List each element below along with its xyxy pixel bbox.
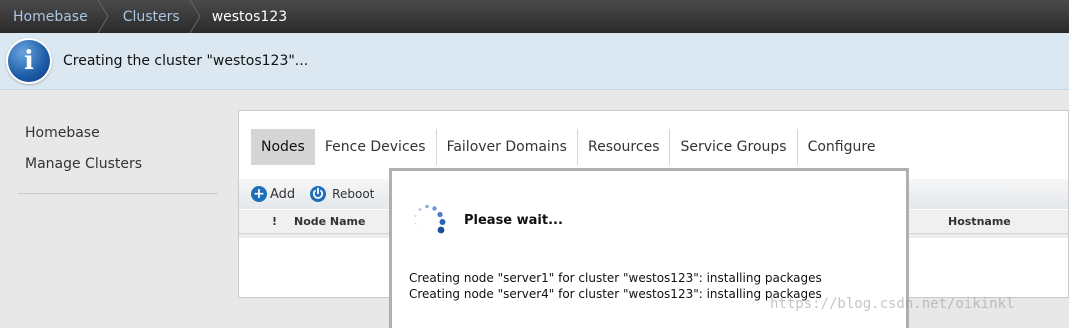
- status-message: Creating node "server4" for cluster "wes…: [409, 287, 822, 301]
- tab-failover-domains[interactable]: Failover Domains: [437, 129, 578, 165]
- breadcrumb-current-label: westos123: [211, 8, 288, 25]
- tab-fence-devices[interactable]: Fence Devices: [315, 129, 437, 165]
- dialog-title: Please wait...: [464, 213, 563, 228]
- chevron-right-icon: [189, 0, 201, 33]
- tab-resources[interactable]: Resources: [578, 129, 671, 165]
- breadcrumb-item-homebase[interactable]: Homebase: [0, 0, 110, 33]
- status-message: Creating node "server1" for cluster "wes…: [409, 271, 822, 285]
- tab-bar: Nodes Fence Devices Failover Domains Res…: [251, 129, 885, 165]
- column-header-hostname[interactable]: Hostname: [948, 215, 1011, 228]
- sidebar: Homebase Manage Clusters: [0, 91, 238, 328]
- sidebar-item-manage-clusters[interactable]: Manage Clusters: [25, 156, 142, 172]
- breadcrumb: Homebase Clusters westos123: [0, 0, 1069, 33]
- add-icon: +: [251, 186, 267, 202]
- breadcrumb-label[interactable]: Homebase: [0, 9, 110, 25]
- column-header-status[interactable]: !: [272, 215, 277, 228]
- info-banner: i Creating the cluster "westos123"...: [0, 33, 1069, 90]
- reboot-button-label: Reboot: [332, 187, 375, 201]
- loading-spinner-icon: [414, 204, 446, 234]
- info-message: Creating the cluster "westos123"...: [63, 53, 309, 69]
- column-header-node-name[interactable]: Node Name: [294, 215, 365, 228]
- sidebar-divider: [18, 193, 218, 194]
- chevron-right-icon: [97, 0, 109, 33]
- breadcrumb-item-clusters[interactable]: Clusters: [110, 0, 202, 33]
- reboot-button[interactable]: Reboot: [309, 185, 374, 203]
- watermark: https://blog.csdn.net/oikinkl: [770, 296, 1015, 312]
- tab-nodes[interactable]: Nodes: [251, 129, 315, 165]
- sidebar-item-homebase[interactable]: Homebase: [25, 125, 100, 141]
- tab-service-groups[interactable]: Service Groups: [670, 129, 798, 165]
- add-button[interactable]: + Add: [251, 186, 295, 202]
- power-icon: [310, 186, 327, 202]
- info-icon: i: [8, 40, 50, 82]
- tab-configure[interactable]: Configure: [798, 129, 886, 165]
- add-button-label: Add: [270, 186, 296, 202]
- breadcrumb-current: westos123: [202, 0, 287, 33]
